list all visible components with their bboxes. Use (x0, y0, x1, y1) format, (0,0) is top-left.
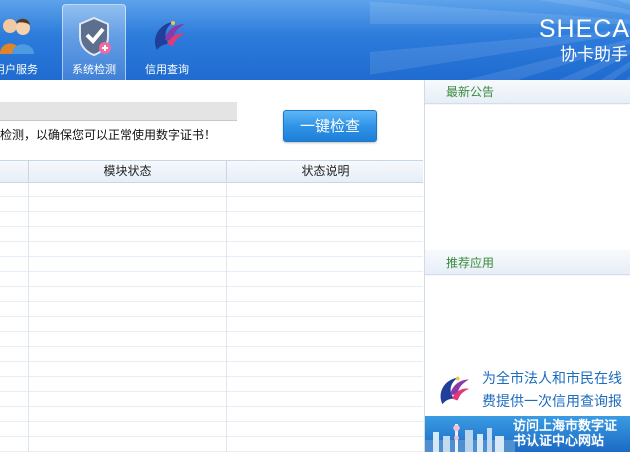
result-table-header: 模块状态 状态说明 (0, 160, 423, 183)
brand-block: SHECA 协卡助手 (539, 14, 630, 66)
banner-line-2: 书认证中心网站 (513, 434, 605, 449)
check-progress-bar (0, 102, 237, 121)
nav-credit-query-label: 信用查询 (145, 63, 189, 76)
city-skyline-icon (425, 424, 515, 452)
system-check-panel: 检测，以确保您可以正常使用数字证书！ 一键检查 模块状态 状态说明 (0, 80, 425, 452)
phoenix-logo-icon (440, 376, 470, 405)
brand-title: SHECA (538, 15, 630, 43)
shield-check-icon (79, 16, 111, 57)
nav-user-service-button[interactable]: 用户服务 (0, 4, 48, 80)
users-icon (0, 18, 34, 54)
nav-system-check-label: 系统检测 (72, 63, 116, 76)
column-divider (28, 182, 29, 452)
credit-promo-line-2[interactable]: 费提供一次信用查询报 (482, 391, 622, 414)
announcement-list (425, 105, 630, 250)
column-divider (226, 182, 227, 452)
phoenix-icon (154, 21, 185, 50)
one-click-check-button[interactable]: 一键检查 (283, 110, 377, 142)
nav-user-service-label: 用户服务 (0, 63, 38, 76)
recommend-area: 为全市法人和市民在线 费提供一次信用查询报 (425, 276, 630, 416)
column-status-description: 状态说明 (226, 161, 424, 182)
brand-subtitle: 协卡助手 (560, 45, 628, 65)
side-panel: 最新公告 推荐应用 为全市法人和市民在线 费提供一次信用查询报 访问上海市数字证 (425, 80, 630, 452)
credit-promo-line-1[interactable]: 为全市法人和市民在线 (482, 368, 622, 391)
app-header: 用户服务 系统检测 信用查询 SHECA 协卡助手 (0, 0, 630, 80)
sheca-website-banner[interactable]: 访问上海市数字证 书认证中心网站 (425, 416, 630, 452)
column-module-status: 模块状态 (28, 161, 226, 182)
check-hint-text: 检测，以确保您可以正常使用数字证书！ (0, 128, 217, 142)
banner-line-1: 访问上海市数字证 (513, 419, 618, 434)
recommend-title: 推荐应用 (425, 251, 630, 275)
banner-text: 访问上海市数字证 书认证中心网站 (513, 419, 617, 449)
nav-credit-query-button[interactable]: 信用查询 (135, 4, 199, 80)
result-table-body (0, 182, 423, 452)
nav-system-check-button[interactable]: 系统检测 (62, 4, 126, 80)
announcement-title: 最新公告 (425, 80, 630, 104)
